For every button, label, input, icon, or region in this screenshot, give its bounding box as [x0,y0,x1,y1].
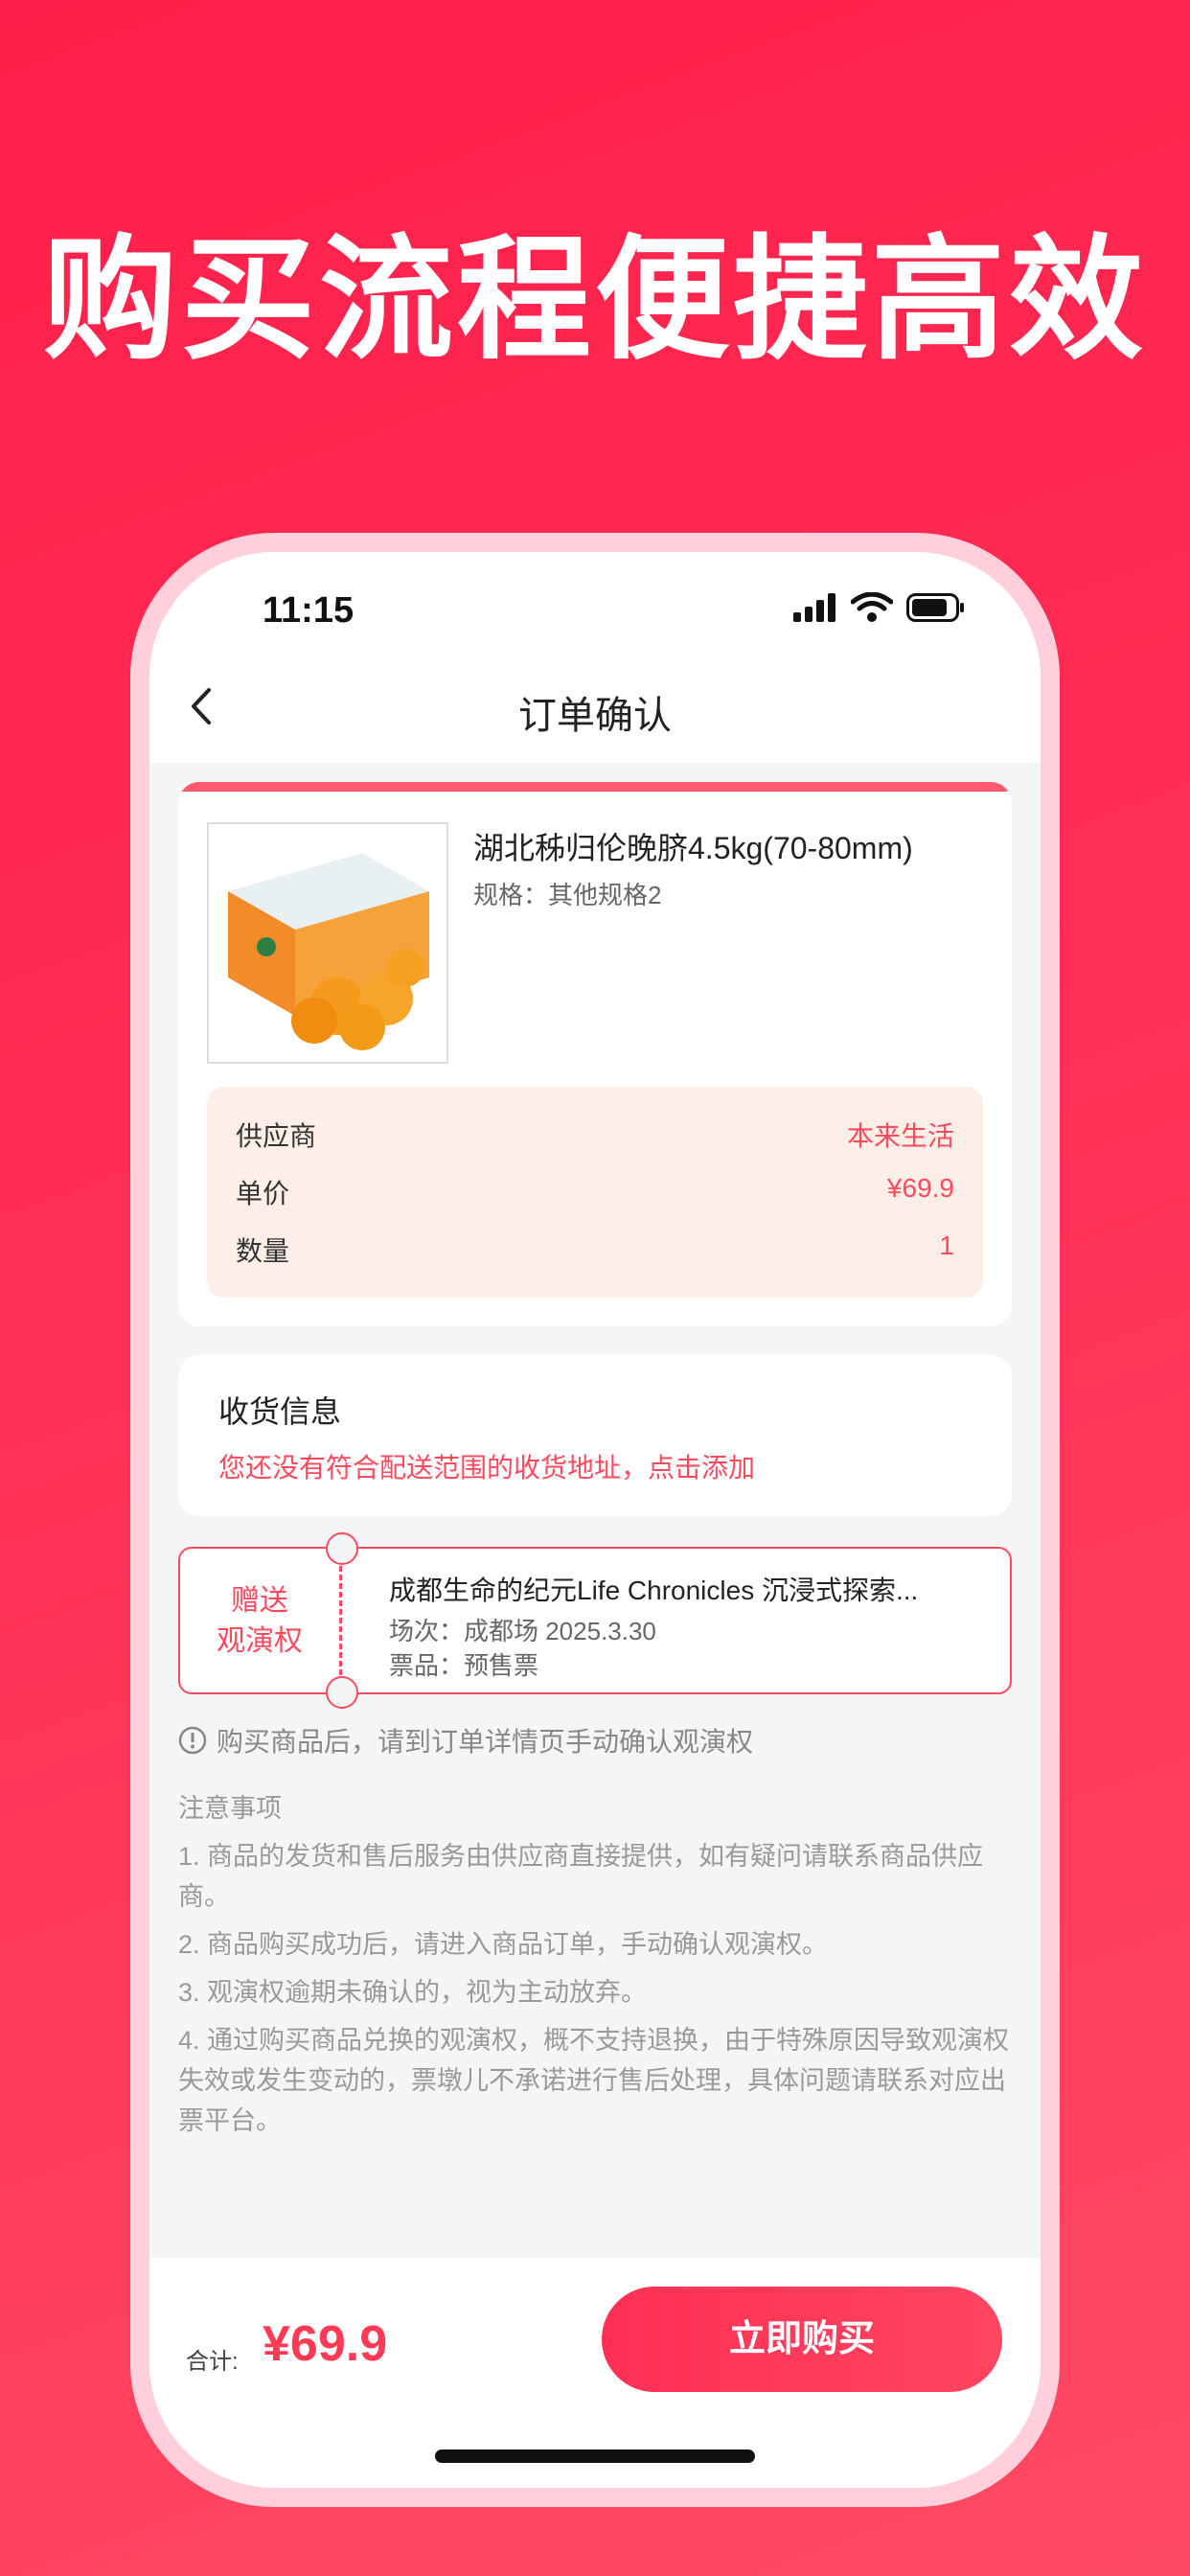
order-info-box: 供应商 本来生活 单价 ¥69.9 数量 1 [207,1087,983,1298]
tip-text: 购买商品后，请到订单详情页手动确认观演权 [217,1727,754,1757]
add-address-link[interactable]: 您还没有符合配送范围的收货地址，点击添加 [218,1447,755,1485]
status-bar: 11:15 [149,552,1041,648]
total-label: 合计: [186,2349,239,2375]
product-name: 湖北秭归伦晚脐4.5kg(70-80mm) [473,831,913,865]
checkout-bar: 合计: ¥69.9 立即购买 [149,2258,1041,2488]
status-time: 11:15 [263,590,355,631]
product-spec: 规格：其他规格2 [473,881,662,909]
note-item: 4. 通过购买商品兑换的观演权，概不支持退换，由于特殊原因导致观演权失效或发生变… [178,2026,1010,2135]
ticket-title: 成都生命的纪元Life Chronicles 沉浸式探索... [389,1576,919,1605]
phone-screen: 11:15 订单确认 湖北秭归伦晚脐4.5kg(70-80mm) 规格：其他规格… [149,552,1041,2488]
home-indicator[interactable] [435,2450,755,2463]
card-accent-bar [178,782,1012,792]
info-icon [178,1726,207,1755]
orange-box-image [228,853,429,1050]
confirm-tip: 购买商品后，请到订单详情页手动确认观演权 [178,1721,753,1760]
notes-section: 注意事项 1. 商品的发货和售后服务由供应商直接提供，如有疑问请联系商品供应商。… [178,1788,1012,2149]
note-item: 3. 观演权逾期未确认的，视为主动放弃。 [178,1978,648,2007]
gift-ticket-card[interactable]: 赠送 观演权 成都生命的纪元Life Chronicles 沉浸式探索... 场… [178,1532,1012,1709]
page-title: 订单确认 [518,695,672,737]
ticket-badge-line: 观演权 [217,1625,303,1657]
info-value: 1 [939,1230,954,1260]
info-row-supplier: 供应商 本来生活 [236,1116,954,1154]
note-item: 1. 商品的发货和售后服务由供应商直接提供，如有疑问请联系商品供应商。 [178,1842,984,1911]
info-label: 单价 [236,1179,290,1208]
address-title: 收货信息 [218,1394,342,1429]
info-label: 供应商 [236,1121,317,1151]
total-price: ¥69.9 [263,2316,388,2372]
signal-icon [793,593,835,622]
info-row-quantity: 数量 1 [236,1230,954,1269]
order-content[interactable]: 湖北秭归伦晚脐4.5kg(70-80mm) 规格：其他规格2 供应商 本来生活 … [149,763,1041,2258]
nav-bar: 订单确认 [149,648,1041,763]
ticket-session: 场次：成都场 2025.3.30 [389,1617,656,1645]
info-label: 数量 [236,1236,290,1266]
buy-now-button[interactable]: 立即购买 [602,2287,1002,2392]
info-value: ¥69.9 [886,1173,954,1203]
note-item: 2. 商品购买成功后，请进入商品订单，手动确认观演权。 [178,1930,829,1959]
notes-title: 注意事项 [178,1794,282,1823]
info-row-price: 单价 ¥69.9 [236,1173,954,1211]
status-icons [793,592,966,623]
ticket-notch [326,1532,358,1565]
wifi-icon [851,592,893,622]
product-image[interactable] [207,822,448,1064]
ticket-badge-line: 赠送 [231,1585,288,1617]
address-card[interactable]: 收货信息 您还没有符合配送范围的收货地址，点击添加 [178,1355,1012,1516]
ticket-type: 票品：预售票 [389,1651,539,1680]
promo-headline: 购买流程便捷高效 [42,222,1147,379]
info-value: 本来生活 [846,1121,954,1151]
battery-icon [906,593,964,622]
ticket-divider [339,1566,342,1675]
ticket-notch [326,1676,358,1709]
product-card: 湖北秭归伦晚脐4.5kg(70-80mm) 规格：其他规格2 供应商 本来生活 … [178,782,1012,1326]
ticket-badge: 赠送 观演权 [180,1581,339,1662]
